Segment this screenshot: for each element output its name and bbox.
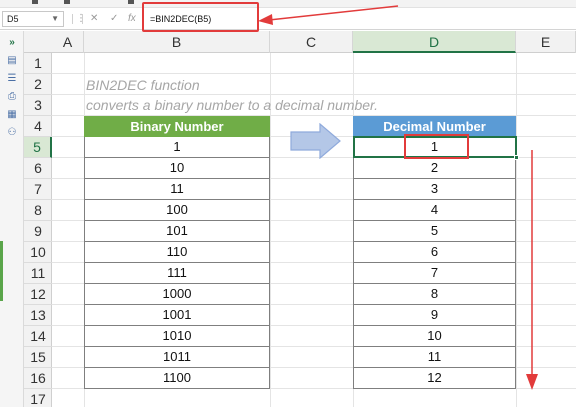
row-header-3[interactable]: 3 (24, 95, 52, 116)
grid-column-line (516, 53, 517, 407)
row-header-7[interactable]: 7 (24, 179, 52, 200)
check-icon[interactable]: ✓ (110, 12, 118, 26)
description-line-1: BIN2DEC function (86, 77, 200, 93)
row-header-10[interactable]: 10 (24, 242, 52, 263)
row-header-12[interactable]: 12 (24, 284, 52, 305)
row-header-6[interactable]: 6 (24, 158, 52, 179)
row-headers: 1 2 3 4 5 6 7 8 9 10 11 12 13 14 15 16 17 (24, 53, 52, 407)
row-header-8[interactable]: 8 (24, 200, 52, 221)
pointer-arrow-icon (258, 5, 399, 25)
ribbon-tab-marker (64, 0, 70, 4)
grid-row-line (52, 73, 576, 74)
description-line-2: converts a binary number to a decimal nu… (86, 97, 379, 113)
row-header-17[interactable]: 17 (24, 389, 52, 407)
close-icon[interactable]: ✕ (90, 12, 98, 26)
binary-cell[interactable]: 1010 (84, 326, 270, 347)
decimal-cell[interactable]: 7 (353, 263, 516, 284)
row-header-4[interactable]: 4 (24, 116, 52, 137)
row-header-9[interactable]: 9 (24, 221, 52, 242)
binary-cell[interactable]: 1100 (84, 368, 270, 389)
decimal-cell[interactable]: 6 (353, 242, 516, 263)
decimal-cell[interactable]: 11 (353, 347, 516, 368)
row-header-5[interactable]: 5 (24, 137, 52, 158)
decimal-cell[interactable]: 10 (353, 326, 516, 347)
active-panel-indicator (0, 241, 3, 301)
drag-handle-icon: ⋮ (76, 13, 86, 24)
column-headers: ABCDE (24, 31, 576, 53)
highlight-box (404, 134, 469, 159)
binary-cell[interactable]: 1011 (84, 347, 270, 368)
decimal-cell[interactable]: 2 (353, 158, 516, 179)
row-header-14[interactable]: 14 (24, 326, 52, 347)
list-icon[interactable]: ☰ (5, 73, 19, 85)
decimal-cell[interactable]: 4 (353, 200, 516, 221)
formula-bar-divider (82, 14, 83, 24)
people-icon[interactable]: ⚇ (5, 127, 19, 139)
binary-cell[interactable]: 10 (84, 158, 270, 179)
column-header-e[interactable]: E (516, 31, 576, 53)
binary-cell[interactable]: 1 (84, 137, 270, 158)
decimal-cell[interactable]: 12 (353, 368, 516, 389)
ribbon-tab-marker (128, 0, 134, 4)
row-header-15[interactable]: 15 (24, 347, 52, 368)
right-arrow-icon (290, 123, 341, 159)
name-box-value: D5 (7, 14, 19, 24)
binary-cell[interactable]: 11 (84, 179, 270, 200)
left-toolbar: » ▤ ☰ ⎙ ▦ ⚇ (0, 31, 24, 407)
column-header-b[interactable]: B (84, 31, 270, 53)
chevron-down-icon[interactable]: ▼ (51, 12, 59, 26)
cell-grid[interactable]: BIN2DEC function converts a binary numbe… (52, 53, 576, 407)
fx-icon[interactable]: fx (128, 12, 136, 26)
formula-highlight-box (142, 2, 259, 32)
binary-cell[interactable]: 101 (84, 221, 270, 242)
column-header-a[interactable]: A (52, 31, 84, 53)
column-header-c[interactable]: C (270, 31, 353, 53)
row-header-11[interactable]: 11 (24, 263, 52, 284)
row-header-16[interactable]: 16 (24, 368, 52, 389)
down-arrow-icon (526, 150, 538, 390)
spreadsheet-window: D5 ▼ ⋮ ✕ ✓ fx =BIN2DEC(B5) » ▤ ☰ ⎙ ▦ ⚇ A… (0, 0, 576, 407)
binary-cell[interactable]: 1001 (84, 305, 270, 326)
print-icon[interactable]: ⎙ (5, 91, 19, 103)
binary-table-header[interactable]: Binary Number (84, 116, 270, 137)
ribbon-tab-marker (32, 0, 38, 4)
row-header-1[interactable]: 1 (24, 53, 52, 74)
formula-bar-divider (72, 14, 73, 24)
expand-icon[interactable]: » (5, 37, 19, 49)
fill-handle[interactable] (514, 155, 519, 160)
column-header-d[interactable]: D (353, 31, 516, 53)
decimal-cell[interactable]: 9 (353, 305, 516, 326)
decimal-cell[interactable]: 5 (353, 221, 516, 242)
sheet-icon[interactable]: ▤ (5, 55, 19, 67)
binary-cell[interactable]: 110 (84, 242, 270, 263)
grid-row-line (52, 94, 576, 95)
decimal-cell[interactable]: 8 (353, 284, 516, 305)
row-header-2[interactable]: 2 (24, 74, 52, 95)
table-icon[interactable]: ▦ (5, 109, 19, 121)
decimal-cell[interactable]: 3 (353, 179, 516, 200)
name-box[interactable]: D5 ▼ (2, 11, 64, 27)
binary-cell[interactable]: 100 (84, 200, 270, 221)
binary-cell[interactable]: 111 (84, 263, 270, 284)
row-header-13[interactable]: 13 (24, 305, 52, 326)
binary-cell[interactable]: 1000 (84, 284, 270, 305)
